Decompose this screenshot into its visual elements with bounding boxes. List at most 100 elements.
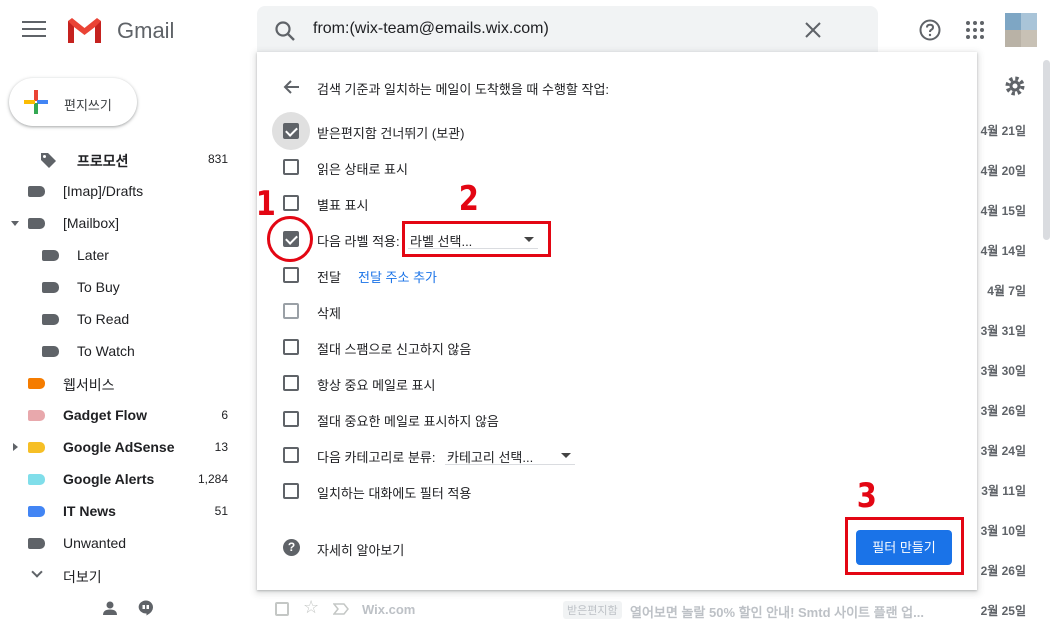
categorize-label: 다음 카테고리로 분류: bbox=[317, 450, 436, 465]
search-icon[interactable] bbox=[274, 20, 296, 42]
never-important-checkbox[interactable] bbox=[283, 411, 299, 427]
never-important-label: 절대 중요한 메일로 표시하지 않음 bbox=[317, 414, 499, 429]
annotation-number-3: 3 bbox=[856, 476, 877, 516]
gmail-logo-icon[interactable] bbox=[66, 17, 103, 44]
learn-more-link[interactable]: 자세히 알아보기 bbox=[317, 540, 404, 559]
sidebar-item-label: Google AdSense bbox=[63, 439, 175, 455]
label-icon bbox=[42, 250, 59, 261]
unread-count: 13 bbox=[214, 440, 228, 454]
main-menu-icon[interactable] bbox=[22, 21, 46, 39]
person-icon[interactable] bbox=[102, 600, 118, 616]
label-icon bbox=[28, 442, 45, 453]
back-arrow-icon[interactable] bbox=[283, 79, 301, 95]
label-icon bbox=[28, 186, 45, 197]
sidebar-item-mailbox[interactable]: [Mailbox] bbox=[0, 207, 240, 239]
annotation-circle bbox=[267, 216, 313, 262]
always-important-label: 항상 중요 메일로 표시 bbox=[317, 378, 436, 393]
star-it-checkbox[interactable] bbox=[283, 195, 299, 211]
label-icon bbox=[28, 378, 45, 389]
sidebar-item-label: 웹서비스 bbox=[63, 377, 115, 393]
sidebar-item-label: Google Alerts bbox=[63, 471, 155, 487]
annotation-number-1: 1 bbox=[255, 184, 276, 224]
sidebar-item-web-services[interactable]: 웹서비스 bbox=[0, 367, 240, 399]
annotation-number-2: 2 bbox=[458, 179, 479, 219]
sidebar-item-more[interactable]: 더보기 bbox=[0, 559, 240, 591]
forward-checkbox[interactable] bbox=[283, 267, 299, 283]
expand-arrow-icon[interactable] bbox=[13, 443, 18, 451]
row-checkbox[interactable] bbox=[275, 602, 289, 616]
star-icon[interactable]: ☆ bbox=[303, 597, 319, 618]
label-icon bbox=[42, 314, 59, 325]
unread-count: 1,284 bbox=[197, 472, 228, 486]
sidebar-item-label: 더보기 bbox=[63, 569, 102, 585]
mark-read-checkbox[interactable] bbox=[283, 159, 299, 175]
sidebar-item-promotions[interactable]: 프로모션 831 bbox=[0, 143, 240, 175]
sidebar-item-unwanted[interactable]: Unwanted bbox=[0, 527, 240, 559]
always-important-checkbox[interactable] bbox=[283, 375, 299, 391]
help-icon[interactable] bbox=[919, 19, 941, 41]
search-input[interactable]: from:(wix-team@emails.wix.com) bbox=[313, 20, 549, 38]
top-bar: Gmail from:(wix-team@emails.wix.com) bbox=[0, 0, 1050, 60]
sidebar-item-google-alerts[interactable]: Google Alerts 1,284 bbox=[0, 463, 240, 495]
label-icon bbox=[28, 474, 45, 485]
chevron-down-icon bbox=[31, 566, 43, 578]
apps-grid-icon[interactable] bbox=[965, 20, 985, 40]
sidebar-item-label: [Imap]/Drafts bbox=[63, 183, 144, 199]
sidebar-item-to-buy[interactable]: To Buy bbox=[0, 271, 240, 303]
categorize-checkbox[interactable] bbox=[283, 447, 299, 463]
sidebar-item-label: IT News bbox=[63, 503, 116, 519]
sidebar-item-label: Later bbox=[77, 247, 109, 263]
sidebar-item-imap-drafts[interactable]: [Imap]/Drafts bbox=[0, 175, 240, 207]
mark-read-label: 읽은 상태로 표시 bbox=[317, 162, 408, 177]
hangouts-icon[interactable] bbox=[138, 600, 154, 616]
category-select-dropdown[interactable]: 카테고리 선택... bbox=[445, 445, 575, 465]
plus-icon bbox=[24, 90, 48, 114]
close-icon[interactable] bbox=[804, 21, 822, 39]
sidebar-item-it-news[interactable]: IT News 51 bbox=[0, 495, 240, 527]
star-it-label: 별표 표시 bbox=[317, 198, 369, 213]
sidebar-item-label: Gadget Flow bbox=[63, 407, 147, 423]
sidebar-item-gadget-flow[interactable]: Gadget Flow 6 bbox=[0, 399, 240, 431]
dropdown-arrow-icon bbox=[561, 453, 571, 458]
account-avatar[interactable] bbox=[1005, 13, 1037, 47]
unread-count: 6 bbox=[221, 408, 228, 422]
mail-sender: Wix.com bbox=[362, 602, 416, 617]
never-spam-label: 절대 스팸으로 신고하지 않음 bbox=[317, 342, 472, 357]
sidebar-item-google-adsense[interactable]: Google AdSense 13 bbox=[0, 431, 240, 463]
sidebar-item-later[interactable]: Later bbox=[0, 239, 240, 271]
inbox-badge: 받은편지함 bbox=[563, 601, 622, 619]
sidebar-item-to-read[interactable]: To Read bbox=[0, 303, 240, 335]
skip-inbox-label: 받은편지함 건너뛰기 (보관) bbox=[317, 126, 465, 141]
tag-icon bbox=[41, 153, 56, 168]
mail-row[interactable]: ☆ Wix.com 받은편지함 열어보면 놀랄 50% 할인 안내! Smtd … bbox=[258, 594, 1050, 624]
importance-marker-icon[interactable] bbox=[333, 603, 349, 615]
apply-to-matching-label: 일치하는 대화에도 필터 적용 bbox=[317, 486, 472, 501]
delete-label: 삭제 bbox=[317, 306, 341, 321]
sidebar-item-to-watch[interactable]: To Watch bbox=[0, 335, 240, 367]
mail-subject: 열어보면 놀랄 50% 할인 안내! Smtd 사이트 플랜 업... bbox=[630, 605, 924, 620]
unread-count: 51 bbox=[214, 504, 228, 518]
annotation-box bbox=[845, 517, 964, 575]
label-icon bbox=[28, 506, 45, 517]
app-name[interactable]: Gmail bbox=[117, 18, 174, 44]
add-forward-address-link[interactable]: 전달 주소 추가 bbox=[358, 267, 437, 286]
scrollbar[interactable] bbox=[1043, 60, 1050, 240]
sidebar-item-label: Unwanted bbox=[63, 535, 127, 551]
delete-checkbox[interactable] bbox=[283, 303, 299, 319]
expand-arrow-icon[interactable] bbox=[11, 221, 19, 226]
sidebar-item-label: 프로모션 bbox=[77, 153, 129, 169]
sidebar-item-label: To Buy bbox=[77, 279, 120, 295]
sidebar-item-label: To Watch bbox=[77, 343, 135, 359]
label-icon bbox=[42, 346, 59, 357]
label-icon bbox=[42, 282, 59, 293]
apply-label-label: 다음 라벨 적용: bbox=[317, 234, 400, 249]
gear-icon[interactable] bbox=[1004, 75, 1026, 97]
forward-label: 전달 bbox=[317, 270, 341, 285]
apply-to-matching-checkbox[interactable] bbox=[283, 483, 299, 499]
label-icon bbox=[28, 218, 45, 229]
sidebar-item-label: To Read bbox=[77, 311, 130, 327]
sidebar-item-label: [Mailbox] bbox=[63, 215, 120, 231]
category-select-value: 카테고리 선택... bbox=[447, 450, 534, 465]
skip-inbox-checkbox[interactable] bbox=[283, 123, 299, 139]
never-spam-checkbox[interactable] bbox=[283, 339, 299, 355]
